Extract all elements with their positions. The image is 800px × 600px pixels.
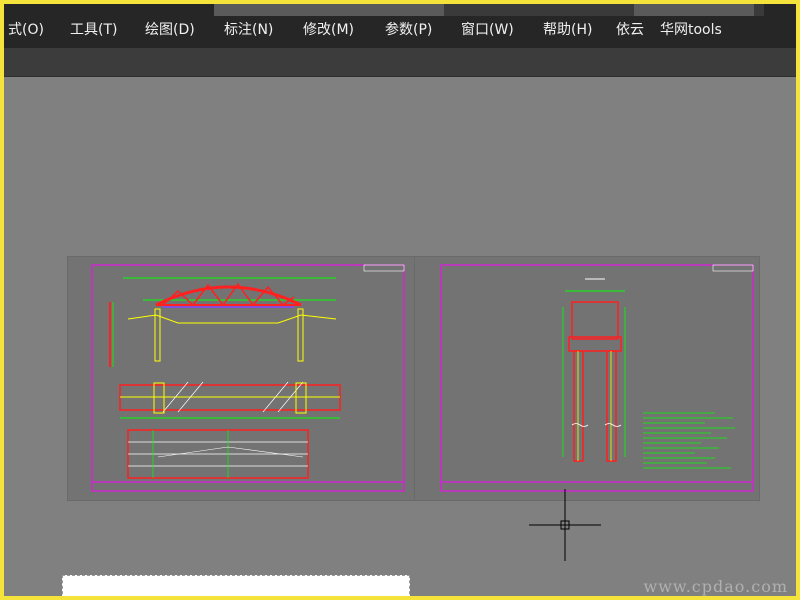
menu-help[interactable]: 帮助(H) xyxy=(543,19,592,41)
portal-frame-head xyxy=(571,301,619,340)
pier-left xyxy=(573,350,584,462)
menu-yiyun[interactable]: 依云 xyxy=(616,19,644,41)
ground-line xyxy=(127,314,337,324)
menu-modify[interactable]: 修改(M) xyxy=(303,19,354,41)
sheet-border-right xyxy=(440,264,754,492)
menu-parametric[interactable]: 参数(P) xyxy=(385,19,432,41)
break-marks xyxy=(571,423,622,427)
menu-window[interactable]: 窗口(W) xyxy=(461,19,514,41)
menu-tools[interactable]: 工具(T) xyxy=(70,19,117,41)
layout-sheet-left[interactable] xyxy=(67,256,415,501)
watermark: www.cpdao.com xyxy=(643,577,788,596)
title-strip xyxy=(214,4,764,16)
menu-dimension[interactable]: 标注(N) xyxy=(224,19,273,41)
column-right xyxy=(297,308,304,362)
title-strip-segment xyxy=(634,4,754,16)
arch-top-chord xyxy=(155,285,302,307)
column-left xyxy=(154,308,161,362)
corner-tag xyxy=(712,264,754,272)
crosshair-cursor-icon xyxy=(529,489,601,561)
menu-draw[interactable]: 绘图(D) xyxy=(145,19,195,41)
command-line-box[interactable] xyxy=(62,575,410,596)
pier-right xyxy=(606,350,617,462)
general-notes xyxy=(643,412,735,469)
drawing-right xyxy=(440,264,754,492)
drawing-left xyxy=(91,264,405,492)
plan-column-left xyxy=(153,382,165,414)
drawing-canvas[interactable]: www.cpdao.com xyxy=(4,77,796,596)
menu-bar: 式(O) 工具(T) 绘图(D) 标注(N) 修改(M) 参数(P) 窗口(W)… xyxy=(4,4,796,48)
corner-tag xyxy=(363,264,405,272)
ribbon-toolbar xyxy=(4,48,796,77)
layout-sheet-right[interactable] xyxy=(414,256,760,501)
table-sketch xyxy=(157,446,304,458)
title-strip-segment xyxy=(214,4,444,16)
menu-huawang-tools[interactable]: 华网tools xyxy=(660,19,722,41)
plan-column-right xyxy=(295,382,307,414)
autocad-window: 式(O) 工具(T) 绘图(D) 标注(N) 修改(M) 参数(P) 窗口(W)… xyxy=(0,0,800,600)
menu-format[interactable]: 式(O) xyxy=(8,19,44,41)
